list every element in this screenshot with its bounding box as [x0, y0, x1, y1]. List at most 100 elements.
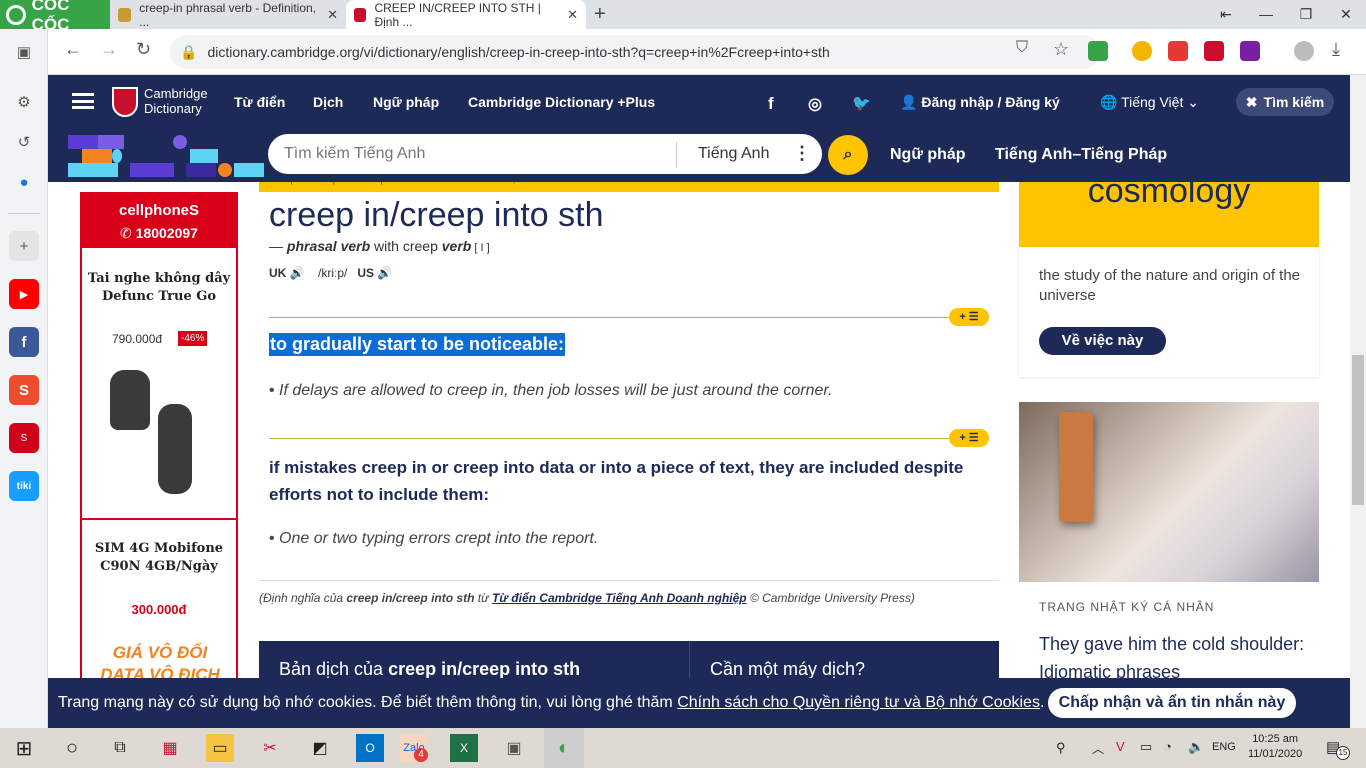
file-explorer-icon[interactable]: ▭	[206, 734, 234, 762]
sidebar-toggle-icon[interactable]: ▣	[9, 37, 39, 67]
history-icon[interactable]: ↺	[9, 127, 39, 157]
login-link[interactable]: 👤 Đăng nhập / Đăng ký	[900, 94, 1060, 111]
menu-icon[interactable]	[72, 93, 94, 109]
restore-tabs-icon[interactable]: ⇤	[1206, 0, 1246, 29]
coccoc-taskbar-icon[interactable]: ◐	[544, 728, 584, 768]
chevron-down-icon: ⌄	[1183, 94, 1199, 110]
shopee-icon[interactable]: S	[9, 375, 39, 405]
audio-us-icon[interactable]: 🔊	[377, 266, 392, 280]
privacy-policy-link[interactable]: Chính sách cho Quyền riêng tư và Bộ nhớ …	[677, 694, 1040, 711]
adblock-icon[interactable]	[1168, 41, 1188, 61]
search-icon[interactable]: ○	[58, 734, 86, 762]
instagram-icon[interactable]: ◎	[808, 94, 822, 114]
pdf-ext-icon[interactable]	[1204, 41, 1224, 61]
bookmark-star-icon[interactable]: ☆	[1053, 39, 1069, 60]
search-button[interactable]: ⌕	[828, 135, 868, 175]
twitter-icon[interactable]: 🐦	[852, 94, 871, 112]
close-tab-icon[interactable]: ✕	[327, 7, 338, 23]
scrollbar-thumb[interactable]	[1352, 355, 1364, 505]
audio-uk-icon[interactable]: 🔊	[290, 266, 305, 280]
definition-1: to gradually start to be noticeable:	[269, 333, 566, 356]
blog-title[interactable]: They gave him the cold shoulder: Idiomat…	[1039, 630, 1309, 678]
taskbar: ⊞ ○ ⧉ ▦ ▭ ✂ ◩ O Zalo 4 X ▣ ◐ ⚲ ︿ V ▭ ◔ 🔈…	[0, 728, 1366, 768]
language-select[interactable]: 🌐 Tiếng Việt ⌄	[1100, 94, 1199, 111]
site-logo-text[interactable]: Cambridge Dictionary	[144, 86, 208, 116]
download-icon[interactable]: ⤓	[1332, 39, 1340, 60]
part-of-speech: — phrasal verb with creep verb [ I ]	[269, 238, 490, 254]
dictionary-source-link[interactable]: Từ điển Cambridge Tiếng Anh Doanh nghiệp	[492, 591, 747, 605]
add-shortcut-icon[interactable]: +	[9, 231, 39, 261]
new-tab-icon[interactable]: +	[594, 3, 606, 26]
outlook-icon[interactable]: O	[356, 734, 384, 762]
paint-app-icon[interactable]: ▦	[156, 734, 184, 762]
tiki-icon[interactable]: tiki	[9, 471, 39, 501]
facebook-icon[interactable]: f	[9, 327, 39, 357]
phone-icon: ✆	[120, 225, 136, 241]
forward-icon[interactable]: →	[100, 39, 118, 60]
people-icon[interactable]: ⚲	[1056, 740, 1066, 756]
download-ext-icon[interactable]	[1088, 41, 1108, 61]
sticky-notes-icon[interactable]: ◩	[306, 734, 334, 762]
nav-grammar[interactable]: Ngữ pháp	[373, 94, 439, 110]
cookie-text: Trang mạng này có sử dụng bộ nhớ cookies…	[58, 694, 1045, 711]
cambridge-logo-icon[interactable]	[112, 87, 138, 117]
close-window-icon[interactable]: ✕	[1326, 0, 1366, 29]
windows-start-icon[interactable]: ⊞	[10, 734, 38, 762]
snipping-tool-icon[interactable]: ✂	[256, 734, 284, 762]
citation: (Định nghĩa của creep in/creep into sth …	[259, 580, 999, 605]
chrome-ext-icon[interactable]	[1132, 41, 1152, 61]
battery-icon[interactable]: ▭	[1140, 739, 1152, 755]
about-button[interactable]: Về việc này	[1039, 327, 1166, 355]
add-to-list-button[interactable]: + ☰	[949, 429, 989, 447]
excel-icon[interactable]: X	[450, 734, 478, 762]
sense-divider	[269, 317, 949, 318]
search-toggle-button[interactable]: ✖ Tìm kiếm	[1236, 88, 1334, 116]
nav-translate[interactable]: Dịch	[313, 94, 343, 110]
divider	[689, 641, 690, 678]
link-english-french[interactable]: Tiếng Anh–Tiếng Pháp	[995, 146, 1167, 164]
volume-icon[interactable]: 🔈	[1188, 739, 1204, 755]
facebook-icon[interactable]: f	[768, 94, 774, 114]
unikey-icon[interactable]: V	[1116, 739, 1125, 754]
blog-image[interactable]	[1019, 402, 1319, 582]
nav-dictionary[interactable]: Từ điển	[234, 94, 285, 110]
close-icon: ✖	[1245, 93, 1258, 110]
clock[interactable]: 10:25 am 11/01/2020	[1248, 732, 1302, 762]
sendo-icon[interactable]: S	[9, 423, 39, 453]
input-language[interactable]: ENG	[1212, 741, 1236, 753]
tab-definition[interactable]: creep-in phrasal verb - Definition, ... ✕	[110, 0, 346, 29]
browser-brand[interactable]: CỐC CỐC	[0, 0, 110, 34]
translator-prompt[interactable]: Cần một máy dịch?	[710, 659, 865, 678]
divider	[82, 518, 236, 520]
app-icon[interactable]: ▣	[500, 734, 528, 762]
back-icon[interactable]: ←	[64, 39, 82, 60]
translation-panel: Bản dịch của creep in/creep into sth Cần…	[259, 641, 999, 678]
word-of-the-day[interactable]: cosmology	[1019, 182, 1319, 247]
scrollbar[interactable]	[1350, 75, 1366, 728]
accept-cookies-button[interactable]: Chấp nhận và ẩn tin nhắn này	[1048, 688, 1296, 718]
ad-banner[interactable]: cellphoneS ✆ 18002097 Tai nghe không dây …	[80, 192, 238, 678]
tab-active[interactable]: CREEP IN/CREEP INTO STH | Định ... ✕	[346, 0, 586, 29]
notification-count: 15	[1336, 746, 1350, 760]
chevron-up-icon[interactable]: ︿	[1092, 740, 1104, 757]
youtube-icon[interactable]: ▶	[9, 279, 39, 309]
reload-icon[interactable]: ↻	[136, 39, 151, 60]
avatar[interactable]	[1294, 41, 1314, 61]
settings-icon[interactable]: ⚙	[9, 87, 39, 117]
wifi-icon[interactable]: ◔	[1164, 739, 1172, 754]
nav-plus[interactable]: Cambridge Dictionary +Plus	[468, 94, 655, 110]
close-tab-icon[interactable]: ✕	[567, 7, 578, 23]
shield-icon[interactable]: ⛉	[1016, 39, 1028, 57]
maximize-icon[interactable]: ❐	[1286, 0, 1326, 29]
url-field[interactable]: 🔒 dictionary.cambridge.org/vi/dictionary/…	[170, 35, 1100, 69]
add-to-list-button[interactable]: + ☰	[949, 308, 989, 326]
link-grammar[interactable]: Ngữ pháp	[890, 146, 966, 164]
more-options-icon[interactable]: ⋮	[793, 143, 811, 164]
dictionary-select[interactable]: Tiếng Anh	[698, 145, 769, 163]
minimize-icon[interactable]: —	[1246, 0, 1286, 29]
translation-heading: Bản dịch của creep in/creep into sth	[279, 659, 581, 678]
pronunciation: UK 🔊 /kriːp/ US 🔊	[269, 266, 393, 280]
messenger-icon[interactable]: ●	[9, 167, 39, 197]
task-view-icon[interactable]: ⧉	[106, 734, 134, 762]
apps-ext-icon[interactable]	[1240, 41, 1260, 61]
